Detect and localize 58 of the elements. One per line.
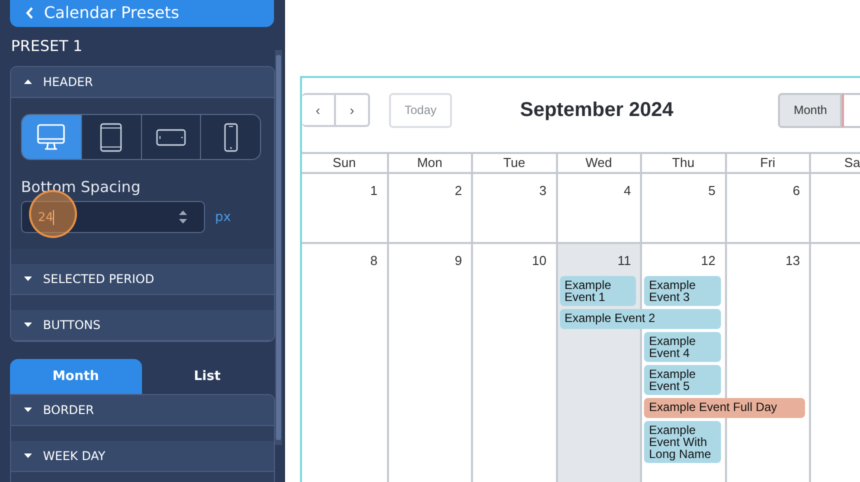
section-title: BUTTONS bbox=[43, 318, 101, 332]
weekday-header: Tue bbox=[471, 154, 556, 174]
day-number: 12 bbox=[701, 253, 716, 268]
caret-up-icon bbox=[23, 78, 33, 86]
unit-label: px bbox=[215, 210, 231, 224]
caret-down-icon bbox=[23, 321, 33, 329]
weekday-header: Sun bbox=[302, 154, 386, 174]
section-header[interactable]: SELECTED PERIOD bbox=[11, 264, 274, 295]
day-number: 10 bbox=[532, 253, 546, 268]
day-number: 3 bbox=[539, 183, 546, 198]
device-button[interactable] bbox=[200, 115, 260, 159]
calendar-event[interactable]: Example Event 2 bbox=[560, 309, 720, 329]
weekday-header: Sa bbox=[809, 154, 860, 174]
day-number: 9 bbox=[454, 253, 462, 268]
device-button[interactable] bbox=[140, 115, 200, 159]
caret-down-icon bbox=[23, 452, 33, 460]
day-number: 1 bbox=[370, 183, 378, 198]
chevron-left-icon bbox=[26, 6, 34, 18]
section-header[interactable]: BORDER bbox=[11, 395, 274, 426]
day-number: 4 bbox=[624, 183, 631, 198]
day-number: 11 bbox=[618, 253, 631, 268]
calendar-event[interactable]: Example Event 5 bbox=[644, 365, 720, 395]
preset-title: PRESET 1 bbox=[11, 37, 84, 57]
section-header[interactable]: HEADER bbox=[11, 67, 274, 98]
calendar-event[interactable]: Example Event 3 bbox=[644, 276, 720, 306]
section-title: WEEK DAY bbox=[43, 449, 106, 463]
section-header[interactable]: BUTTONS bbox=[11, 310, 274, 341]
calendar-event[interactable]: Example Event 4 bbox=[644, 332, 720, 362]
day-number: 2 bbox=[454, 183, 462, 198]
section-header[interactable]: WEEK DAY bbox=[11, 441, 274, 472]
calendar-title: September 2024 bbox=[520, 98, 674, 122]
day-number: 13 bbox=[786, 253, 800, 268]
calendar-event[interactable]: Example Event With Long Name bbox=[644, 421, 720, 463]
view-tab[interactable]: Month bbox=[10, 359, 142, 394]
view-tab[interactable]: List bbox=[142, 359, 273, 394]
caret-down-icon bbox=[23, 275, 33, 283]
weekday-header: Fri bbox=[724, 154, 809, 174]
weekday-header: Thu bbox=[640, 154, 724, 174]
back-button[interactable]: Calendar Presets bbox=[10, 0, 274, 27]
previous-button[interactable]: ‹ bbox=[302, 93, 336, 127]
weekday-header: Mon bbox=[386, 154, 471, 174]
device-button[interactable] bbox=[80, 115, 140, 159]
day-number: 8 bbox=[370, 253, 378, 268]
scrollbar[interactable] bbox=[275, 50, 282, 445]
caret-down-icon bbox=[23, 406, 33, 414]
desktop-icon bbox=[36, 122, 66, 152]
spinner-icon bbox=[178, 209, 188, 225]
calendar-event[interactable]: Example Event 1 bbox=[560, 276, 636, 306]
field-label: Bottom Spacing bbox=[21, 178, 142, 196]
next-button[interactable]: › bbox=[336, 93, 370, 127]
view-button[interactable]: Month bbox=[778, 92, 842, 128]
section-title: HEADER bbox=[43, 75, 93, 89]
day-number: 6 bbox=[792, 183, 800, 198]
section-title: SELECTED PERIOD bbox=[43, 272, 154, 286]
calendar-event[interactable]: Example Event Full Day bbox=[644, 398, 805, 418]
section-title: BORDER bbox=[43, 403, 94, 417]
weekday-header: Wed bbox=[556, 154, 640, 174]
day-number: 5 bbox=[708, 183, 716, 198]
